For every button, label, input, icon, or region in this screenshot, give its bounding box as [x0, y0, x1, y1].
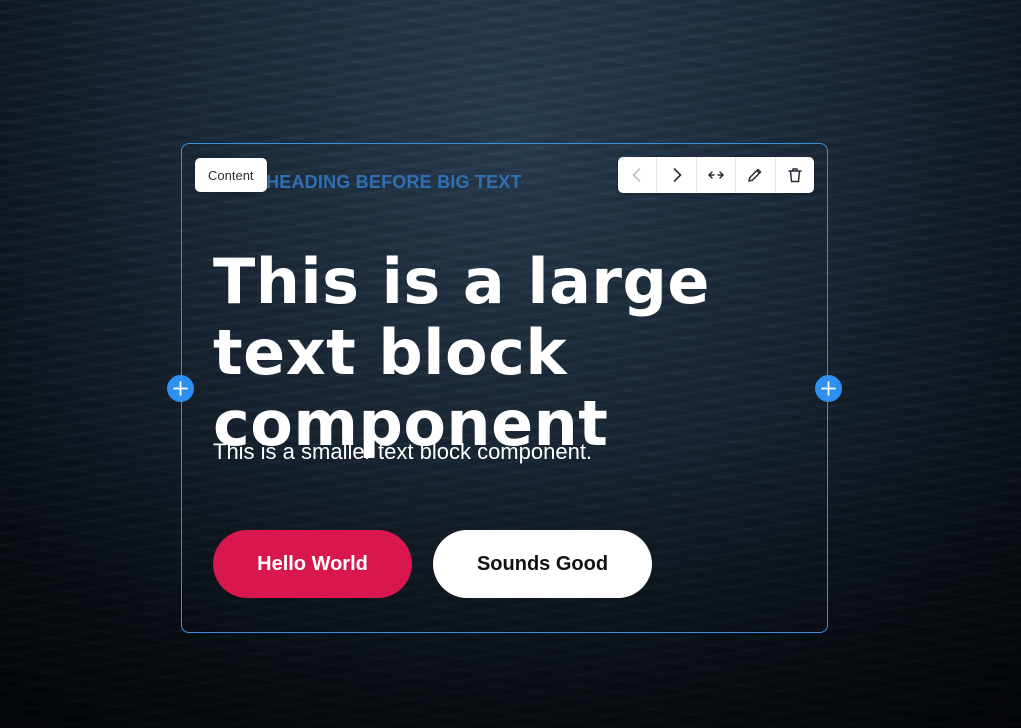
move-left-button[interactable]	[618, 157, 658, 193]
trash-icon	[788, 168, 802, 183]
resize-width-button[interactable]	[697, 157, 737, 193]
plus-icon	[821, 381, 836, 396]
pencil-icon	[748, 168, 762, 182]
hello-world-button[interactable]: Hello World	[213, 530, 412, 598]
resize-horizontal-icon	[708, 171, 724, 179]
add-block-right-button[interactable]	[815, 375, 842, 402]
move-right-button[interactable]	[657, 157, 697, 193]
add-block-left-button[interactable]	[167, 375, 194, 402]
chevron-right-icon	[673, 168, 681, 182]
chevron-left-icon	[632, 168, 641, 182]
small-text-block[interactable]: This is a smaller text block component.	[213, 439, 592, 465]
content-tag-label: Content	[208, 167, 254, 183]
delete-button[interactable]	[776, 157, 814, 193]
content-tag: Content	[195, 158, 267, 192]
block-toolbar	[618, 157, 814, 193]
large-text-block[interactable]: This is a large text block component	[213, 246, 813, 459]
plus-icon	[173, 381, 188, 396]
small-heading[interactable]: L HEADING BEFORE BIG TEXT	[250, 172, 522, 193]
sounds-good-button[interactable]: Sounds Good	[433, 530, 652, 598]
edit-button[interactable]	[736, 157, 776, 193]
